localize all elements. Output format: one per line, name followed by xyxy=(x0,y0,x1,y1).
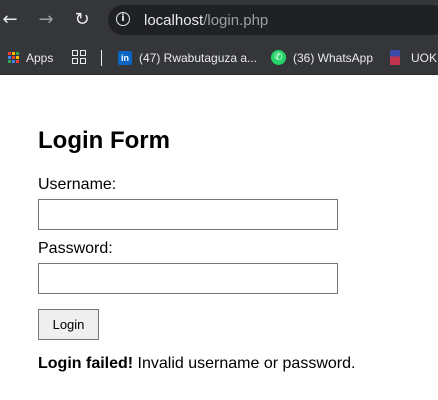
username-input[interactable] xyxy=(38,199,338,230)
login-error-title: Login failed! xyxy=(38,355,134,372)
uok-icon xyxy=(390,50,400,65)
tab-groups-icon[interactable] xyxy=(72,50,86,64)
bookmark-uok-label: UOK xyxy=(411,50,438,65)
bookmarks-divider xyxy=(101,50,102,66)
bookmark-apps-label: Apps xyxy=(26,50,54,65)
login-error-text: Invalid username or password. xyxy=(133,355,356,372)
bookmark-linkedin[interactable]: in (47) Rwabutaguza a... xyxy=(118,49,257,66)
address-bar[interactable]: i localhost/login.php xyxy=(108,5,438,35)
url-text[interactable]: localhost/login.php xyxy=(144,12,268,29)
bookmark-apps[interactable]: Apps xyxy=(8,49,53,66)
url-host: localhost xyxy=(144,12,204,29)
browser-toolbar: ← → ↻ i localhost/login.php xyxy=(0,0,438,40)
whatsapp-icon: ✆ xyxy=(271,50,286,65)
linkedin-icon: in xyxy=(118,50,132,65)
arrow-left-icon[interactable]: ← xyxy=(0,10,20,30)
url-path: /login.php xyxy=(203,12,269,29)
login-error-message: Login failed! Invalid username or passwo… xyxy=(38,355,355,373)
arrow-right-icon[interactable]: → xyxy=(36,10,56,30)
username-label: Username: xyxy=(38,176,117,193)
info-icon[interactable]: i xyxy=(116,12,130,26)
password-label: Password: xyxy=(38,240,113,257)
bookmarks-bar: Apps in (47) Rwabutaguza a... ✆ (36) Wha… xyxy=(0,40,438,75)
bookmark-linkedin-label: (47) Rwabutaguza a... xyxy=(139,50,258,65)
login-button[interactable]: Login xyxy=(38,309,99,340)
bookmark-uok[interactable]: UOK xyxy=(390,49,437,66)
password-input[interactable] xyxy=(38,263,338,294)
apps-icon xyxy=(8,52,19,63)
bookmark-whatsapp-label: (36) WhatsApp xyxy=(293,50,374,65)
bookmark-whatsapp[interactable]: ✆ (36) WhatsApp xyxy=(271,49,373,66)
page-title: Login Form xyxy=(38,127,170,154)
reload-icon[interactable]: ↻ xyxy=(72,10,92,30)
